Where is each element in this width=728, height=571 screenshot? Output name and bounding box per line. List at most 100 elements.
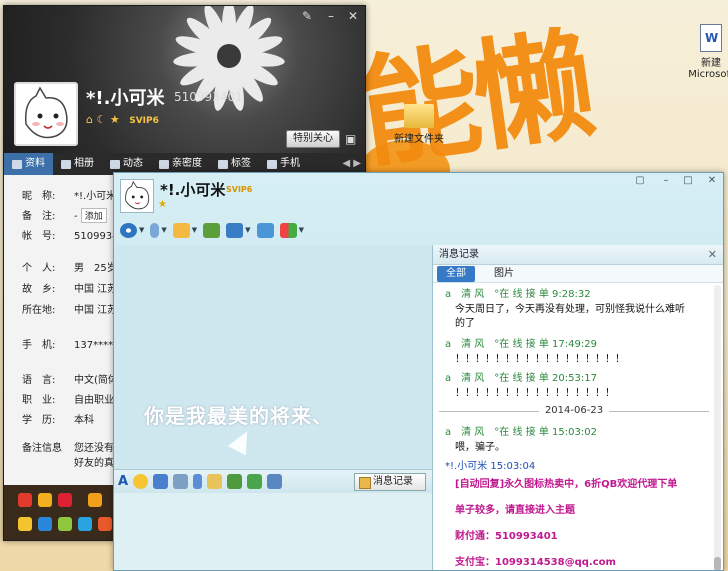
feed-icon: [110, 159, 120, 169]
apps-grid-icon: [279, 222, 297, 238]
field-education: 学 历: 本科: [22, 415, 94, 426]
note-icon[interactable]: [207, 474, 223, 489]
message-record-button[interactable]: 消息记录: [354, 473, 426, 491]
minimize-button[interactable]: –: [322, 9, 340, 23]
field-remark: 备 注: - 添加: [22, 207, 107, 223]
close-icon[interactable]: ✕: [708, 248, 717, 261]
apps-button[interactable]: ▼: [279, 222, 304, 238]
special-care-button[interactable]: 特别关心: [286, 130, 340, 148]
field-language: 语 言: 中文(简体: [22, 375, 118, 386]
wallpaper-brush-text: 能懒: [351, 13, 597, 186]
gift-icon[interactable]: [88, 493, 102, 507]
auto-reply-text: 支付宝：1099314538@qq.com: [455, 557, 616, 568]
history-scrollbar[interactable]: [714, 285, 721, 569]
message-text: 今天周日了，今天再没有处理，可别怪我说什么难听: [455, 304, 685, 315]
chat-message-area: 你是我最美的将来、: [114, 245, 432, 469]
desktop-icon-word-doc[interactable]: 新建 Microsoft: [676, 24, 728, 80]
message-text: ！！！！！！！！！！！！！！！！: [455, 388, 615, 399]
gift-icon[interactable]: [58, 493, 72, 507]
image-icon[interactable]: [227, 474, 243, 489]
skin-icon[interactable]: ▢: [632, 175, 648, 187]
gift-icon[interactable]: [18, 493, 32, 507]
dropdown-arrow-icon: ▼: [298, 226, 304, 234]
word-doc-icon: [700, 24, 722, 52]
folder-icon: [172, 222, 190, 238]
remote-desktop-button[interactable]: ▼: [226, 222, 251, 238]
id-card-icon: [12, 159, 22, 169]
app-icon[interactable]: [98, 517, 112, 531]
field-hometown: 故 乡: 中国 江苏: [22, 284, 118, 295]
share-screen-button[interactable]: [256, 222, 274, 238]
star-icon[interactable]: [18, 517, 32, 531]
qzone-icon[interactable]: [38, 517, 52, 531]
star-level-icon: ★: [109, 113, 120, 126]
chat-contact-name: *!.小可米: [160, 181, 226, 199]
desktop-icon-label: 新建文件夹: [394, 134, 444, 145]
history-tabs: 全部 图片: [433, 265, 723, 283]
field-personal: 个 人: 男 25岁: [22, 263, 117, 274]
message-header: a 清 风 °在 线 接 单 20:53:17: [445, 373, 597, 384]
chat-avatar[interactable]: [120, 179, 154, 213]
create-group-button[interactable]: [203, 222, 221, 238]
tab-label: 相册: [74, 158, 94, 169]
field-phone: 手 机: 137******: [22, 340, 124, 351]
voice-message-icon[interactable]: [193, 474, 203, 489]
tab-images[interactable]: 图片: [485, 266, 523, 282]
chat-window: *!.小可米 SVIP6 ★ ▢ – □ ✕ ▼ ▼ ▼ ▼ ▼ 你是我最美的将…: [113, 172, 724, 571]
add-group-icon: [203, 222, 221, 238]
tab-all[interactable]: 全部: [437, 266, 475, 282]
minimize-button[interactable]: –: [658, 175, 674, 187]
auto-reply-text: [自动回复]永久图标热卖中，6折QB欢迎代理下单: [455, 479, 678, 490]
field-remark-info-tail: 好友的真: [74, 458, 114, 469]
dropdown-arrow-icon: ▼: [245, 226, 251, 234]
file-transfer-button[interactable]: ▼: [172, 222, 197, 238]
voice-call-button[interactable]: ▼: [150, 222, 167, 238]
tag-icon: [218, 159, 228, 169]
date-divider: 2014-06-23: [433, 405, 715, 416]
desktop-icon-new-folder[interactable]: 新建文件夹: [384, 104, 454, 145]
app-icon[interactable]: [78, 517, 92, 531]
shake-icon[interactable]: [153, 474, 169, 489]
history-list: a 清 风 °在 线 接 单 9:28:32 今天周日了，今天再没有处理，可别怪…: [433, 283, 715, 570]
level-badges: ⌂ ☾ ★ SVIP6: [86, 113, 159, 126]
gift-icon[interactable]: [38, 493, 52, 507]
auto-reply-text: 单子较多，请直接进入主题: [455, 505, 575, 516]
message-header: a 清 风 °在 线 接 单 15:03:02: [445, 427, 597, 438]
video-call-button[interactable]: ▼: [120, 222, 144, 238]
chat-toolbar: ▼ ▼ ▼ ▼ ▼: [120, 219, 304, 241]
profile-name: *!.小可米: [86, 88, 165, 109]
tab-info[interactable]: 资料: [4, 153, 53, 175]
microphone-icon: [150, 222, 160, 238]
tab-label: 资料: [25, 158, 45, 169]
add-remark-button[interactable]: 添加: [80, 208, 107, 223]
close-button[interactable]: ✕: [344, 9, 362, 23]
desktop-icon-label: 新建: [701, 58, 721, 69]
message-icon[interactable]: ▣: [345, 132, 356, 146]
history-title: 消息记录: [433, 245, 723, 265]
music-icon[interactable]: [247, 474, 263, 489]
skin-icon[interactable]: ✎: [298, 9, 316, 23]
message-header: a 清 风 °在 线 接 单 9:28:32: [445, 289, 591, 300]
phone-icon: [267, 159, 277, 169]
level-star-icon: ★: [158, 199, 167, 210]
desktop-icon-sublabel: Microsoft: [688, 69, 728, 80]
font-icon[interactable]: A: [118, 474, 128, 489]
home-level-icon: ⌂: [86, 113, 93, 126]
emoji-icon[interactable]: [133, 474, 149, 489]
screen-icon: [256, 222, 274, 238]
maximize-button[interactable]: □: [680, 175, 696, 187]
profile-header: ✎ – ✕ *!.小可米 510993401 ⌂ ☾ ★ SVIP6 特别关心 …: [4, 6, 365, 153]
app-icon[interactable]: [58, 517, 72, 531]
paper-plane-icon: [228, 426, 256, 456]
screenshot-icon[interactable]: [267, 474, 283, 489]
gif-icon[interactable]: [173, 474, 189, 489]
camera-icon: [120, 222, 137, 238]
message-input[interactable]: [114, 493, 432, 570]
message-history-panel: 消息记录 ✕ 全部 图片 a 清 风 °在 线 接 单 9:28:32 今天周日…: [432, 245, 723, 570]
avatar[interactable]: [14, 82, 78, 146]
field-account: 帐 号: 51099340: [22, 231, 125, 242]
history-scrollbar-thumb[interactable]: [714, 557, 721, 570]
tab-album[interactable]: 相册: [53, 153, 102, 175]
close-button[interactable]: ✕: [704, 175, 720, 187]
field-nickname: 昵 称: *!.小可米: [22, 191, 117, 202]
